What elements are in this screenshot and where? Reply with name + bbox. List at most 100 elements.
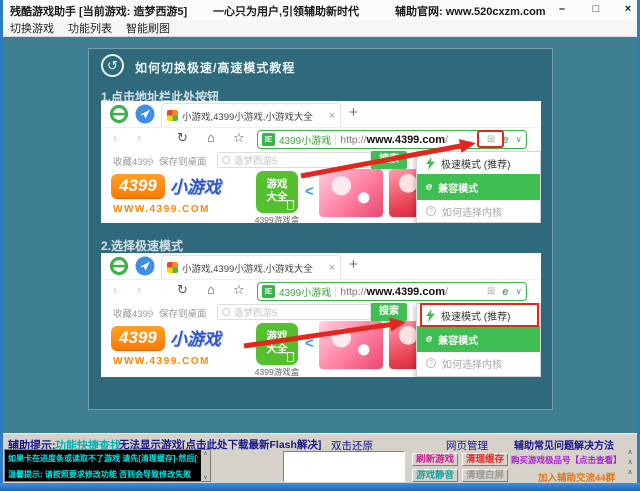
kernel-badge-icon: IE [262,133,275,146]
logo-suffix: 小游戏 [170,325,221,350]
menu-smart-farm[interactable]: 智能刷图 [126,20,170,36]
title-bar: 残酷游戏助手 [当前游戏: 造梦西游5] 一心只为用户,引领辅助新时代 辅助官网… [3,0,637,20]
tab-close-icon: × [329,110,335,122]
console-line: 温馨提示: 请按照要求修改功能 否则会导致修改失败 [8,469,198,480]
logo-4399: 4399 [111,326,165,350]
bookmark-item: 收藏4399 [113,154,153,168]
window-website: 辅助官网: www.520cxzm.com [395,3,546,19]
app-window: 残酷游戏助手 [当前游戏: 造梦西游5] 一心只为用户,引领辅助新时代 辅助官网… [0,0,640,491]
tutorial-screenshot-1: 小游戏,4399小游戏,小游戏大全 × + ‹ › ↻ ⌂ ☆ IE 4399小… [101,101,541,223]
tutorial-dialog: ↺ 如何切换极速/高速模式教程 1.点击地址栏此处按钮 小游戏,4399小游戏,… [88,48,553,410]
url-protocol: http:// [340,286,366,298]
scroll-up-icon: ∧ [624,448,636,458]
step2-label: 2.选择极速模式 [101,237,183,254]
search-button: 搜索 [371,151,407,169]
url-text: http://www.4399.com/ [340,286,448,298]
nav-star-icon: ☆ [233,282,245,298]
close-button[interactable]: × [619,3,637,15]
marquee-scroll-arrows[interactable]: ∧ ∧ ∧ [624,448,636,478]
bookmark-item: 保存到桌面 [159,306,207,320]
logo-site-url: WWW.4399.COM [113,204,210,215]
back-button[interactable]: ↺ [101,54,124,77]
tab-title: 小游戏,4399小游戏,小游戏大全 [182,109,313,123]
divider [151,155,152,165]
divider [335,134,336,145]
address-bar: IE 4399小游戏 http://www.4399.com/ ⊞ e ∨ [257,282,527,301]
console-scrollbar[interactable]: ∧ ∨ [201,450,210,481]
window-bottom-border [0,483,640,491]
hint-console: 如果卡在进度条或读取不了游戏 请先[清理缓存]-然后[切换游戏] 温馨提示: 请… [4,449,211,482]
search-button: 搜索 [371,303,407,321]
menu-bar: 切换游戏 功能列表 智能刷图 [3,20,637,37]
carousel-prev-icon: < [305,335,314,352]
scroll-up-icon: ∧ [201,450,210,457]
divider [335,286,336,297]
logo-4399: 4399 [111,174,165,198]
browser-navbar: ‹ › ↻ ⌂ ☆ IE 4399小游戏 http://www.4399.com… [101,127,541,151]
scroll-up-icon: ∧ [624,468,636,478]
menu-feature-list[interactable]: 功能列表 [68,20,112,36]
gamebox-caption: 4399游戏盒 [249,366,305,377]
tab-favicon-icon [167,110,178,121]
site-search-input: 造梦西游5 [217,304,371,320]
game-thumbnail [319,321,383,369]
site-name: 4399小游戏 [279,132,331,147]
mute-game-button[interactable]: 游戏静音 [412,469,458,482]
nav-home-icon: ⌂ [207,130,215,145]
url-host: www.4399.com [367,286,445,298]
new-tab-icon: + [349,256,358,273]
lightning-icon [426,157,435,170]
minimize-button[interactable]: – [553,3,571,15]
url-path: / [445,134,448,146]
buy-account-link[interactable]: 购买游戏极品号【点击查看】 [511,454,622,466]
join-group-link[interactable]: 加入辅助交流44群 [538,470,615,484]
menu-item-kernel-help: ? 如何选择内核 [417,352,540,374]
fix-whitescreen-button[interactable]: 清理白屏 [462,469,508,482]
menu-item-compat-mode: e 兼容模式 [417,326,540,352]
clear-cache-button[interactable]: 清理缓存 [462,453,508,466]
scroll-down-icon: ∨ [201,474,210,481]
url-protocol: http:// [340,134,366,146]
logo-suffix: 小游戏 [170,173,221,198]
search-placeholder: 造梦西游5 [234,305,277,319]
bottom-panel: 辅助提示: 功能快捷查找 无法显示游戏[点击此处下载最新Flash解决] 如果卡… [3,433,637,483]
game-thumbnail [319,169,383,217]
refresh-game-button[interactable]: 刷新游戏 [412,453,458,466]
divider [151,307,152,317]
nav-back-icon: ‹ [113,130,117,145]
nav-forward-icon: › [137,282,141,297]
search-icon [222,308,230,316]
maximize-button[interactable]: □ [587,3,605,15]
window-title: 残酷游戏助手 [当前游戏: 造梦西游5] [10,3,187,19]
carousel-prev-icon: < [305,183,314,200]
url-path: / [445,286,448,298]
browser-tab: 小游戏,4399小游戏,小游戏大全 × [161,103,341,127]
browser-logo-icon [109,256,129,276]
chevron-down-icon: ∨ [515,286,522,297]
dialog-title: 如何切换极速/高速模式教程 [135,59,295,76]
gamebox-icon: 游戏大全 [256,171,298,213]
menu-item-compat-mode: e 兼容模式 [417,174,540,200]
kernel-dropdown-menu: 极速模式 (推荐) e 兼容模式 ? 如何选择内核 [416,151,541,223]
site-logo: 4399 小游戏 [111,325,221,350]
browser-tab: 小游戏,4399小游戏,小游戏大全 × [161,255,341,279]
paper-plane-icon [135,104,155,124]
grid-icon: ⊞ [487,286,495,297]
question-icon: ? [426,358,436,368]
url-text: http://www.4399.com/ [340,134,448,146]
tutorial-screenshot-2: 小游戏,4399小游戏,小游戏大全 × + ‹ › ↻ ⌂ ☆ IE 4399小… [101,253,541,377]
browser-navbar: ‹ › ↻ ⌂ ☆ IE 4399小游戏 http://www.4399.com… [101,279,541,303]
nav-star-icon: ☆ [233,130,245,146]
faq-title: 辅助常见问题解决方法 [514,437,614,452]
highlight-box-address [477,130,504,148]
highlight-box-menu [420,303,539,327]
browser-logo-icon [109,104,129,124]
menu-switch-game[interactable]: 切换游戏 [10,20,54,36]
ie-icon: e [426,181,432,193]
nav-home-icon: ⌂ [207,282,215,297]
menu-item-speed-mode: 极速模式 (推荐) [417,152,540,174]
nav-back-icon: ‹ [113,282,117,297]
site-name: 4399小游戏 [279,284,331,299]
url-host: www.4399.com [367,134,445,146]
restore-box[interactable] [283,451,405,482]
